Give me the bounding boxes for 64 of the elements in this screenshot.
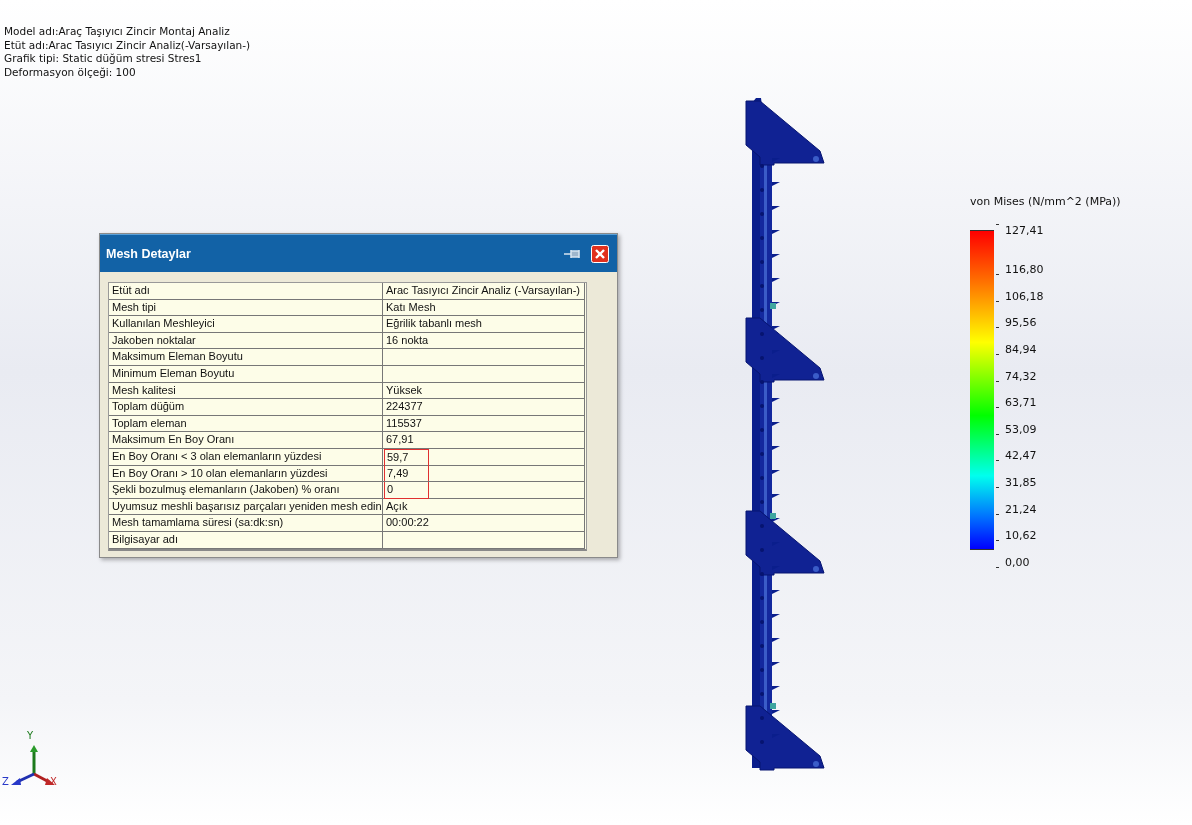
table-cell-text: Yüksek [386,382,424,398]
table-cell: En Boy Oranı < 3 olan elemanların yüzdesi [109,448,383,466]
table-cell: Minimum Eleman Boyutu [109,365,383,383]
table-cell: Uyumsuz meshli başarısız parçaları yeniden mesh edin [109,498,383,516]
info-text: Etüt adı:Arac Tasıyıcı Zincir Analiz(-Varsayılan-) [4,38,251,52]
legend-label: 95,56 [1005,316,1037,331]
table-cell: Mesh kalitesi [109,382,383,400]
highlighted-value: 59,7 [384,448,429,466]
table-cell-text: 115537 [386,415,423,431]
legend-label: 42,47 [1005,449,1037,464]
legend-label: 127,41 [1005,224,1044,238]
table-cell: Mesh tamamlama süresi (sa:dk:sn) [109,515,383,532]
table-cell: Şekli bozulmuş elemanların (Jakoben) % oranı [109,482,383,499]
legend-label: 106,18 [1005,289,1044,304]
dialog-title: Mesh Detaylar [106,246,191,261]
table-cell: Jakoben noktalar [109,332,383,350]
table-cell: En Boy Oranı > 10 olan elemanların yüzdesi [109,465,383,483]
table-cell-text: Açık [386,498,409,514]
table-cell: Maksimum En Boy Oranı [109,432,383,449]
legend-label: 31,85 [1005,475,1037,490]
tick-mark [996,460,999,462]
highlighted-value: 0 [384,482,429,499]
tick-mark [996,274,999,276]
legend-label: 84,94 [1005,342,1037,357]
tick-mark [996,353,999,355]
table-cell: Kullanılan Meshleyici [109,316,383,333]
legend-title: von Mises (N/mm^2 (MPa)) [970,195,1121,208]
info-text: Grafik tipi: Static düğüm stresi Stres1 [4,52,203,66]
table-cell: Mesh tipi [109,299,383,317]
table-cell-text: Katı Mesh [386,299,437,315]
axis-label: Z [2,776,9,787]
legend-label: 116,80 [1005,263,1044,278]
info-text: Model adı:Araç Taşıyıcı Zincir Montaj Analiz [4,25,231,39]
table-cell-text: 16 nokta [386,332,430,348]
close-button[interactable] [591,244,609,263]
table-cell: Toplam eleman [109,415,383,433]
tick-mark [996,380,999,382]
table-cell: Toplam düğüm [109,399,383,416]
legend-label: 63,71 [1005,396,1037,411]
tick-mark [996,327,999,329]
table-cell-text: Arac Tasıyıcı Zincir Analiz (-Varsayılan-) [386,283,581,298]
tick-mark [996,513,999,515]
highlighted-value: 7,49 [384,465,429,482]
legend-label: 74,32 [1005,369,1037,384]
table-cell-text: Eğrilik tabanlı mesh [386,316,483,332]
tick-mark [996,407,999,409]
axis-label: Y [27,730,34,741]
legend-label: 0,00 [1005,555,1030,570]
legend-label: 21,24 [1005,502,1037,517]
table-cell: Maksimum Eleman Boyutu [109,349,383,366]
tick-mark [996,566,999,568]
legend-label: 10,62 [1005,529,1037,544]
tick-mark [996,540,999,542]
info-text: Deformasyon ölçeği: 100 [4,65,137,79]
table-cell-text: 224377 [386,399,424,415]
table-cell-text: 00:00:22 [386,515,430,531]
table-cell: Bilgisayar adı [109,531,383,549]
table-cell-text: 67,91 [386,432,415,448]
tick-mark [996,224,999,225]
table-cell: Etüt adı [109,283,383,300]
legend-label: 53,09 [1005,422,1037,437]
tick-mark [996,300,999,302]
tick-mark [996,486,999,488]
tick-mark [996,433,999,435]
